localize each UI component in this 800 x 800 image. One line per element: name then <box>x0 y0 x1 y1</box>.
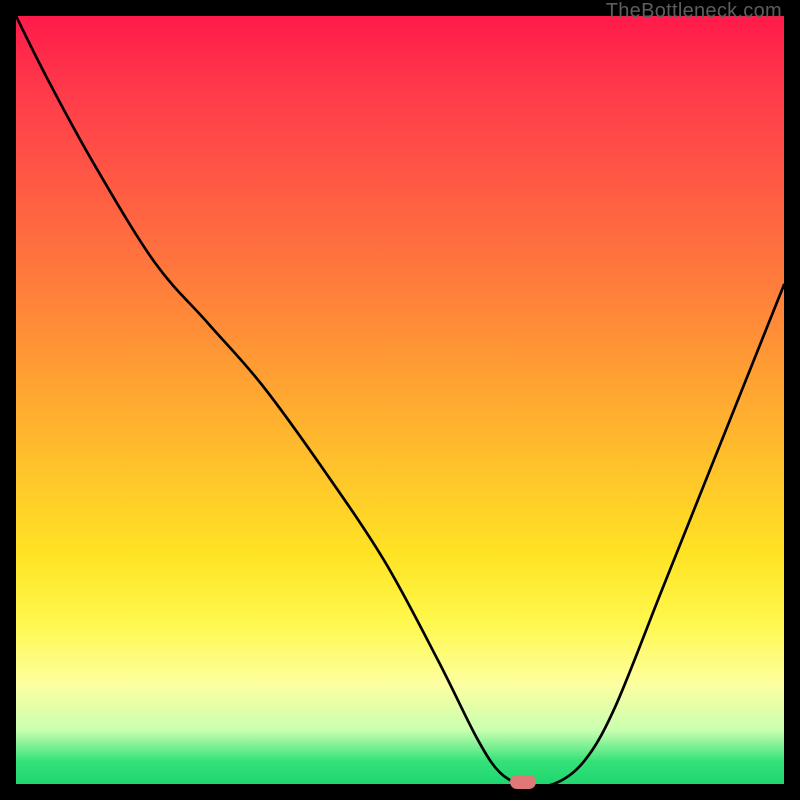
optimal-marker <box>510 775 536 789</box>
bottleneck-curve <box>16 16 784 784</box>
watermark-text: TheBottleneck.com <box>606 0 782 23</box>
chart-frame: TheBottleneck.com <box>0 0 800 800</box>
plot-area <box>16 16 784 784</box>
curve-svg <box>16 16 784 784</box>
